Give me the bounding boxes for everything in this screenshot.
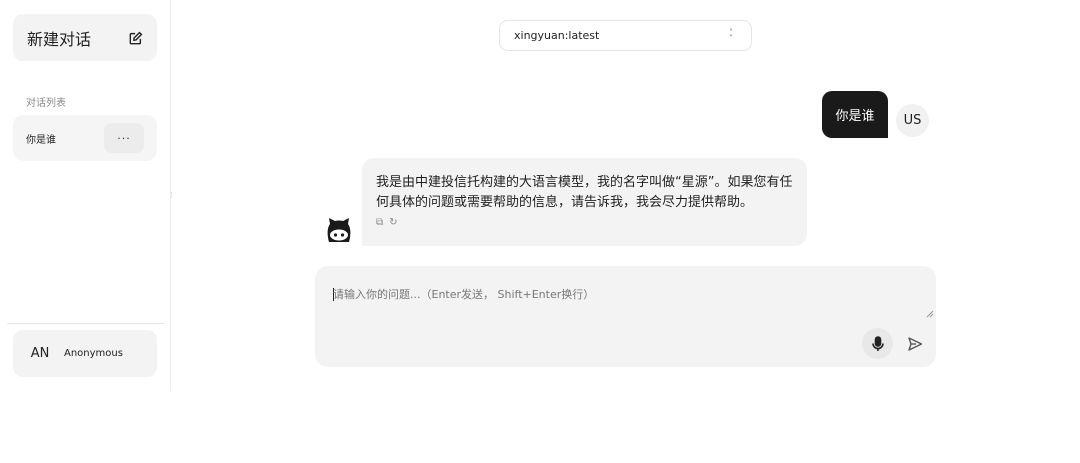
chat-app: 新建对话 对话列表 你是谁 ··· AN Anonymous ⋮ xingyua… [0, 0, 1080, 463]
sidebar: 新建对话 对话列表 你是谁 ··· AN Anonymous [0, 0, 171, 391]
send-button[interactable] [899, 328, 930, 359]
conversation-item-label: 你是谁 [26, 134, 56, 146]
sidebar-resize-handle[interactable]: ⋮ [168, 190, 175, 200]
message-actions: ⧉ ↻ [376, 217, 793, 228]
regenerate-icon[interactable]: ↻ [389, 217, 397, 228]
copy-icon[interactable]: ⧉ [376, 217, 383, 228]
edit-icon [129, 31, 143, 45]
conversation-list-title: 对话列表 [26, 98, 66, 109]
user-profile[interactable]: AN Anonymous [13, 330, 157, 377]
new-chat-button[interactable]: 新建对话 [13, 14, 157, 61]
model-name: xingyuan:latest [514, 29, 600, 42]
send-icon [907, 336, 922, 351]
resize-grip-icon[interactable] [926, 310, 934, 318]
new-chat-label: 新建对话 [27, 29, 92, 49]
github-octocat-icon [324, 215, 354, 245]
assistant-message-text: 我是由中建投信托构建的大语言模型，我的名字叫做“星源”。如果您有任何具体的问题或… [376, 175, 793, 210]
model-selector[interactable]: xingyuan:latest ˄ ˅ [499, 20, 752, 51]
chevron-up-down-icon: ˄ ˅ [729, 27, 733, 43]
avatar: AN [22, 335, 58, 372]
microphone-button[interactable] [862, 328, 893, 359]
user-message-bubble: 你是谁 [822, 91, 888, 138]
chat-input-container [315, 266, 936, 367]
chat-input[interactable] [333, 286, 923, 322]
microphone-icon [871, 335, 884, 351]
user-name: Anonymous [64, 348, 123, 359]
user-message-text: 你是谁 [835, 109, 875, 124]
sidebar-divider [7, 323, 164, 324]
more-options-button[interactable]: ··· [104, 123, 144, 153]
assistant-message-bubble: 我是由中建投信托构建的大语言模型，我的名字叫做“星源”。如果您有任何具体的问题或… [362, 158, 807, 246]
conversation-item[interactable]: 你是谁 ··· [13, 115, 157, 161]
user-message-avatar: US [896, 104, 929, 137]
